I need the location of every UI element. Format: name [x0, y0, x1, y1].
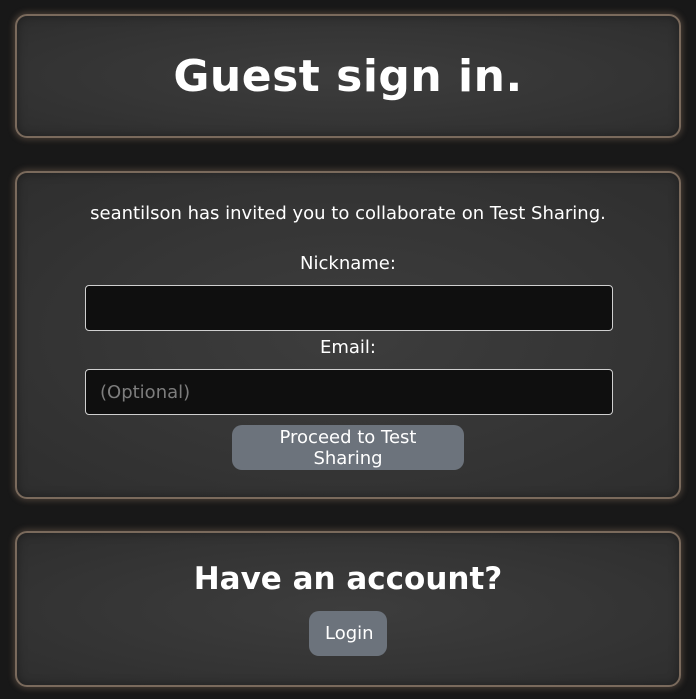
title-card: Guest sign in. [15, 14, 681, 138]
login-button[interactable]: Login [309, 611, 387, 656]
nickname-label: Nickname: [300, 253, 396, 274]
page-title: Guest sign in. [173, 50, 523, 102]
email-label: Email: [319, 337, 376, 358]
account-card: Have an account? Login [15, 531, 681, 687]
proceed-button[interactable]: Proceed to Test Sharing [232, 425, 464, 470]
email-input[interactable] [85, 369, 613, 415]
account-heading: Have an account? [193, 561, 503, 597]
nickname-input[interactable] [85, 285, 613, 331]
invite-message: seantilson has invited you to collaborat… [90, 203, 606, 224]
guest-form-card: seantilson has invited you to collaborat… [15, 171, 681, 499]
